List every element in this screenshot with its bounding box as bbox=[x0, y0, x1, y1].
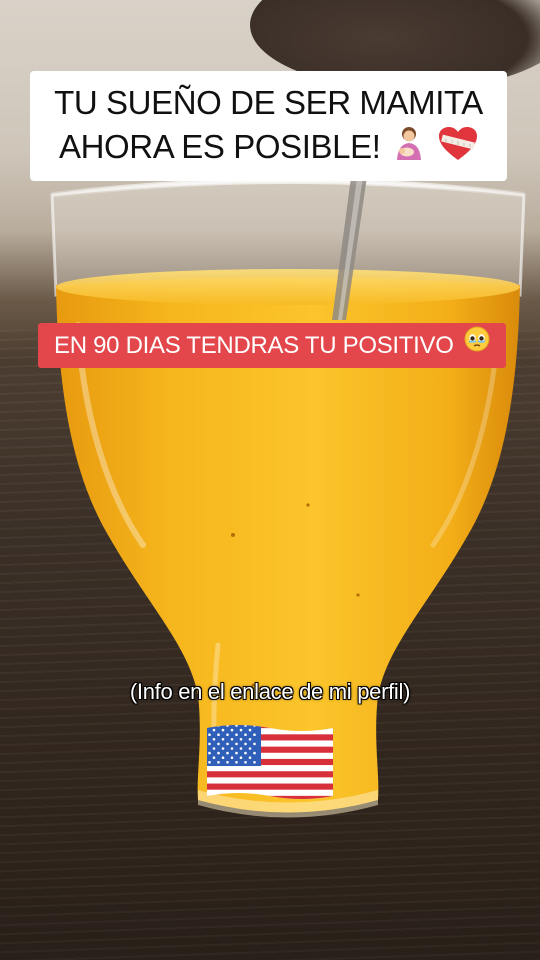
headline-caption: TU SUEÑO DE SER MAMITA AHORA ES POSIBLE! bbox=[30, 71, 507, 181]
headline-line-2: AHORA ES POSIBLE! bbox=[58, 128, 381, 165]
profile-link-caption: (Info en el enlace de mi perfil) bbox=[129, 679, 411, 704]
subtitle-caption: EN 90 DIAS TENDRAS TU POSITIVO bbox=[38, 323, 506, 368]
headline-line-2-wrap: AHORA ES POSIBLE! bbox=[38, 125, 499, 173]
breastfeeding-mother-icon bbox=[393, 126, 425, 173]
subtitle-text: EN 90 DIAS TENDRAS TU POSITIVO bbox=[54, 332, 454, 359]
headline-line-1: TU SUEÑO DE SER MAMITA bbox=[54, 84, 483, 121]
spoon bbox=[322, 170, 370, 320]
us-flag-icon bbox=[205, 722, 335, 802]
face-holding-back-tears-icon bbox=[464, 322, 490, 367]
video-frame: TU SUEÑO DE SER MAMITA AHORA ES POSIBLE! bbox=[0, 0, 540, 960]
mended-heart-icon bbox=[438, 126, 478, 173]
